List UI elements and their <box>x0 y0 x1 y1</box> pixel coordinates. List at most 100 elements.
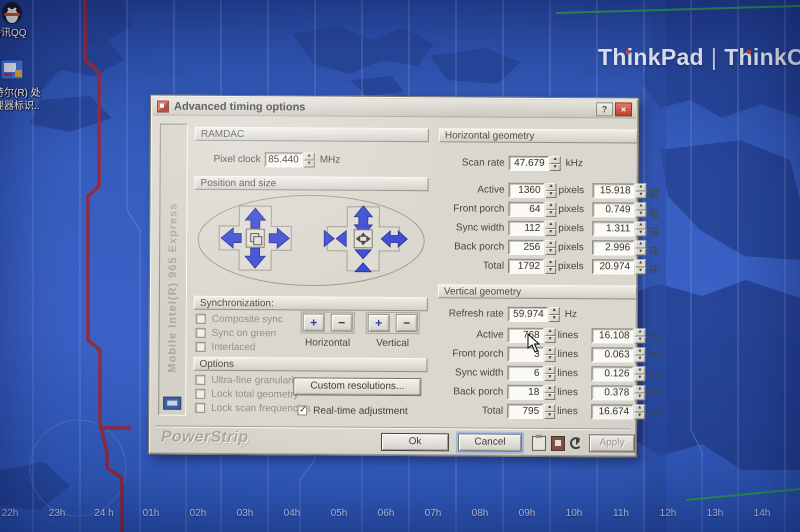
spinner[interactable] <box>544 385 555 400</box>
section-synchronization: Synchronization: <box>194 296 428 311</box>
spinner[interactable] <box>635 259 646 274</box>
v-total-lines-field[interactable]: 795 <box>507 404 543 419</box>
save-timings-icon[interactable] <box>551 436 565 451</box>
brand-thinkcentre: ThinkCentre <box>724 44 800 70</box>
spinner[interactable] <box>545 328 556 343</box>
time-unit: 荘 <box>649 243 659 258</box>
h-sync-width-pixels-field[interactable]: 112 <box>508 221 544 236</box>
h-total-pixels-field[interactable]: 1792 <box>508 259 544 274</box>
v-sync-width-lines-field[interactable]: 6 <box>507 366 543 381</box>
v-active-time-field[interactable]: 16.108 <box>592 328 634 343</box>
h-back-porch-row: Back porch 256 pixels 2.996 荘 <box>438 239 638 256</box>
wallpaper-brand: ThinkPad|ThinkCentre <box>598 44 800 74</box>
h-sync-minus-button[interactable]: − <box>331 314 353 332</box>
refresh-rate-label: Refresh rate <box>438 308 504 319</box>
v-front-porch-time-field[interactable]: 0.063 <box>591 347 633 362</box>
help-button[interactable]: ? <box>596 102 613 116</box>
brand-thinkpad: ThinkPad <box>598 44 704 70</box>
spinner[interactable] <box>635 202 646 217</box>
refresh-rate-unit: Hz <box>565 309 577 320</box>
h-sync-width-time-field[interactable]: 1.311 <box>592 221 634 236</box>
scan-rate-spinner[interactable] <box>550 156 561 171</box>
horizontal-polarity-group: + − <box>301 311 355 333</box>
v-sync-width-time-field[interactable]: 0.126 <box>591 366 633 381</box>
intel-utility-icon <box>0 58 24 82</box>
section-position-size: Position and size <box>195 176 429 191</box>
refresh-rate-field[interactable]: 59.974 <box>508 307 548 322</box>
scan-rate-field[interactable]: 47.679 <box>509 156 549 171</box>
cancel-button[interactable]: Cancel <box>458 433 522 451</box>
composite-sync-checkbox[interactable] <box>196 314 206 324</box>
v-back-porch-time-field[interactable]: 0.378 <box>591 385 633 400</box>
pixel-clock-unit: MHz <box>320 155 341 166</box>
h-front-porch-row: Front porch 64 pixels 0.749 荘 <box>438 201 638 218</box>
h-active-time-field[interactable]: 15.918 <box>592 183 634 198</box>
v-sync-plus-button[interactable]: + <box>368 314 390 332</box>
hour-label: 05h <box>316 508 362 519</box>
app-icon <box>157 101 169 113</box>
ultra-fine-label: Ultra-fine granularity <box>211 375 301 387</box>
ok-button[interactable]: Ok <box>381 433 449 451</box>
interlaced-checkbox[interactable] <box>196 342 206 352</box>
lock-frequencies-checkbox[interactable] <box>195 403 205 413</box>
lock-frequencies-label: Lock scan frequencies <box>211 403 311 415</box>
realtime-adjustment-checkbox[interactable] <box>297 405 307 415</box>
ms-unit: ms <box>648 369 661 380</box>
spinner[interactable] <box>635 221 646 236</box>
apply-button[interactable]: Apply <box>589 434 635 452</box>
hour-label: 24 h <box>81 508 127 519</box>
h-active-pixels-field[interactable]: 1360 <box>508 183 544 198</box>
pixels-unit: pixels <box>558 185 584 196</box>
interlaced-label: Interlaced <box>212 342 256 353</box>
close-button[interactable]: × <box>615 102 632 116</box>
pixel-clock-field[interactable]: 85.440 <box>265 152 303 167</box>
v-total-time-field[interactable]: 16.674 <box>591 404 633 419</box>
spinner[interactable] <box>545 259 556 274</box>
lock-geometry-checkbox[interactable] <box>195 389 205 399</box>
section-options: Options <box>193 357 427 372</box>
spinner[interactable] <box>634 347 645 362</box>
v-sync-minus-button[interactable]: − <box>396 314 418 332</box>
spinner[interactable] <box>544 366 555 381</box>
spinner[interactable] <box>634 404 645 419</box>
row-label: Active <box>438 184 504 195</box>
h-sync-plus-button[interactable]: + <box>303 313 325 331</box>
spinner[interactable] <box>545 240 556 255</box>
hour-label: 04h <box>269 508 315 519</box>
spinner[interactable] <box>545 183 556 198</box>
spinner[interactable] <box>635 240 646 255</box>
ultra-fine-checkbox[interactable] <box>195 375 205 385</box>
custom-resolutions-button[interactable]: Custom resolutions... <box>293 377 421 396</box>
title-bar[interactable]: Advanced timing options ? × <box>153 98 636 119</box>
intel-chip-icon <box>163 397 181 410</box>
time-unit: 荘 <box>649 205 659 220</box>
h-back-porch-pixels-field[interactable]: 256 <box>508 240 544 255</box>
restore-icon[interactable] <box>570 437 582 449</box>
spinner[interactable] <box>545 221 556 236</box>
sync-on-green-checkbox[interactable] <box>196 328 206 338</box>
spinner[interactable] <box>545 202 556 217</box>
desktop-icon-intel-utility[interactable] <box>0 58 24 87</box>
pixel-clock-spinner[interactable] <box>304 152 315 167</box>
spinner[interactable] <box>634 385 645 400</box>
v-back-porch-lines-field[interactable]: 18 <box>507 385 543 400</box>
row-label: Back porch <box>438 241 504 252</box>
pixels-unit: pixels <box>558 204 584 215</box>
spinner[interactable] <box>544 347 555 362</box>
hour-label: 12h <box>645 508 691 519</box>
spinner[interactable] <box>544 404 555 419</box>
h-back-porch-time-field[interactable]: 2.996 <box>592 240 634 255</box>
row-label: Sync width <box>438 222 504 233</box>
h-total-time-field[interactable]: 20.974 <box>592 259 634 274</box>
time-unit: 荘 <box>649 262 659 277</box>
spinner[interactable] <box>635 183 646 198</box>
vertical-polarity-label: Vertical <box>361 338 425 349</box>
desktop-icon-intel-label-2: 理器标识.. <box>0 97 40 112</box>
scan-rate-label: Scan rate <box>439 157 505 168</box>
spinner[interactable] <box>634 366 645 381</box>
copy-timings-icon[interactable] <box>532 436 546 451</box>
h-front-porch-time-field[interactable]: 0.749 <box>592 202 634 217</box>
spinner[interactable] <box>635 328 646 343</box>
refresh-rate-spinner[interactable] <box>549 307 560 322</box>
h-front-porch-pixels-field[interactable]: 64 <box>508 202 544 217</box>
